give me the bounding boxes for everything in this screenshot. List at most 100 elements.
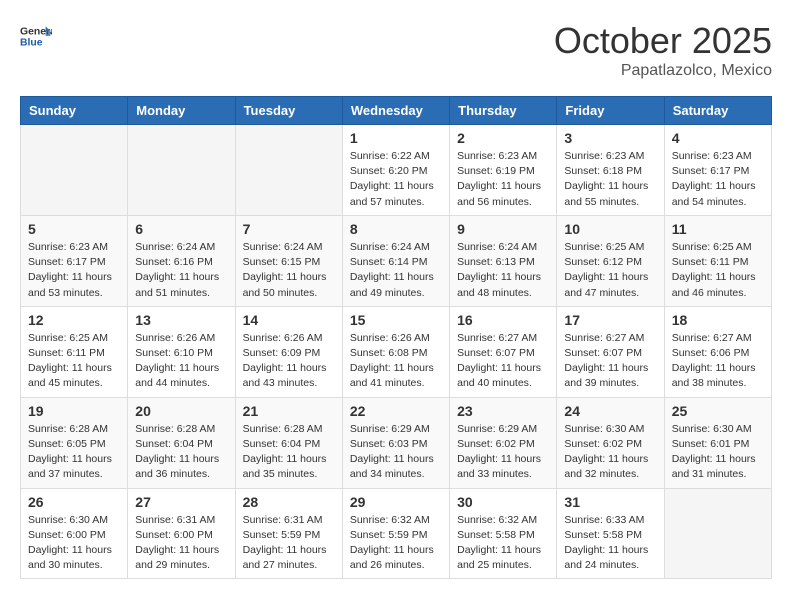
day-number: 19: [28, 403, 120, 419]
calendar-day-cell: 13Sunrise: 6:26 AM Sunset: 6:10 PM Dayli…: [128, 306, 235, 397]
title-block: October 2025 Papatlazolco, Mexico: [554, 20, 772, 80]
day-info: Sunrise: 6:32 AM Sunset: 5:58 PM Dayligh…: [457, 513, 549, 574]
day-number: 27: [135, 494, 227, 510]
calendar-week-row: 19 Sunrise: 6:28 AM Sunset: 6:05 PM Dayli…: [21, 397, 772, 488]
day-info: Sunrise: 6:24 AM Sunset: 6:15 PM Dayligh…: [243, 240, 335, 301]
calendar-day-cell: 20Sunrise: 6:28 AM Sunset: 6:04 PM Dayli…: [128, 397, 235, 488]
calendar-day-cell: 26Sunrise: 6:30 AM Sunset: 6:00 PM Dayli…: [21, 488, 128, 579]
day-number: 16: [457, 312, 549, 328]
day-info: Sunrise: 6:26 AM Sunset: 6:08 PM Dayligh…: [350, 331, 442, 392]
day-info: Sunrise: 6:27 AM Sunset: 6:07 PM Dayligh…: [564, 331, 656, 392]
calendar-day-cell: 24 Sunrise: 6:30 AM Sunset: 6:02 PM Dayli…: [557, 397, 664, 488]
day-info: Sunrise: 6:32 AM Sunset: 5:59 PM Dayligh…: [350, 513, 442, 574]
day-number: 22: [350, 403, 442, 419]
day-info: Sunrise: 6:28 AM Sunset: 6:04 PM Dayligh…: [243, 422, 335, 483]
weekday-header-friday: Friday: [557, 97, 664, 125]
day-info: Sunrise: 6:30 AM Sunset: 6:01 PM Dayligh…: [672, 422, 764, 483]
day-number: 21: [243, 403, 335, 419]
day-info: Sunrise: 6:31 AM Sunset: 5:59 PM Dayligh…: [243, 513, 335, 574]
calendar-day-cell: 14 Sunrise: 6:26 AM Sunset: 6:09 PM Dayli…: [235, 306, 342, 397]
day-number: 31: [564, 494, 656, 510]
calendar-empty-cell: [128, 125, 235, 216]
day-info: Sunrise: 6:29 AM Sunset: 6:03 PM Dayligh…: [350, 422, 442, 483]
calendar-day-cell: 16 Sunrise: 6:27 AM Sunset: 6:07 PM Dayli…: [450, 306, 557, 397]
day-number: 25: [672, 403, 764, 419]
day-number: 12: [28, 312, 120, 328]
day-info: Sunrise: 6:25 AM Sunset: 6:11 PM Dayligh…: [672, 240, 764, 301]
weekday-header-sunday: Sunday: [21, 97, 128, 125]
calendar-day-cell: 7 Sunrise: 6:24 AM Sunset: 6:15 PM Daylig…: [235, 215, 342, 306]
day-info: Sunrise: 6:30 AM Sunset: 6:02 PM Dayligh…: [564, 422, 656, 483]
calendar-day-cell: 30Sunrise: 6:32 AM Sunset: 5:58 PM Dayli…: [450, 488, 557, 579]
day-info: Sunrise: 6:24 AM Sunset: 6:14 PM Dayligh…: [350, 240, 442, 301]
calendar-empty-cell: [21, 125, 128, 216]
day-info: Sunrise: 6:26 AM Sunset: 6:09 PM Dayligh…: [243, 331, 335, 392]
calendar-day-cell: 27 Sunrise: 6:31 AM Sunset: 6:00 PM Dayli…: [128, 488, 235, 579]
calendar-day-cell: 31 Sunrise: 6:33 AM Sunset: 5:58 PM Dayli…: [557, 488, 664, 579]
day-info: Sunrise: 6:27 AM Sunset: 6:06 PM Dayligh…: [672, 331, 764, 392]
day-number: 7: [243, 221, 335, 237]
weekday-header-wednesday: Wednesday: [342, 97, 449, 125]
calendar-week-row: 26Sunrise: 6:30 AM Sunset: 6:00 PM Dayli…: [21, 488, 772, 579]
calendar-day-cell: 11Sunrise: 6:25 AM Sunset: 6:11 PM Dayli…: [664, 215, 771, 306]
calendar-day-cell: 10 Sunrise: 6:25 AM Sunset: 6:12 PM Dayli…: [557, 215, 664, 306]
day-info: Sunrise: 6:23 AM Sunset: 6:19 PM Dayligh…: [457, 149, 549, 210]
calendar-day-cell: 6Sunrise: 6:24 AM Sunset: 6:16 PM Daylig…: [128, 215, 235, 306]
calendar-day-cell: 22 Sunrise: 6:29 AM Sunset: 6:03 PM Dayli…: [342, 397, 449, 488]
day-number: 10: [564, 221, 656, 237]
weekday-header-saturday: Saturday: [664, 97, 771, 125]
calendar-empty-cell: [664, 488, 771, 579]
day-number: 9: [457, 221, 549, 237]
calendar-day-cell: 15 Sunrise: 6:26 AM Sunset: 6:08 PM Dayli…: [342, 306, 449, 397]
calendar-week-row: 12 Sunrise: 6:25 AM Sunset: 6:11 PM Dayli…: [21, 306, 772, 397]
day-number: 13: [135, 312, 227, 328]
day-info: Sunrise: 6:23 AM Sunset: 6:17 PM Dayligh…: [672, 149, 764, 210]
day-number: 15: [350, 312, 442, 328]
day-number: 24: [564, 403, 656, 419]
day-number: 6: [135, 221, 227, 237]
location: Papatlazolco, Mexico: [554, 62, 772, 80]
calendar-table: SundayMondayTuesdayWednesdayThursdayFrid…: [20, 96, 772, 579]
day-info: Sunrise: 6:23 AM Sunset: 6:18 PM Dayligh…: [564, 149, 656, 210]
day-number: 26: [28, 494, 120, 510]
day-number: 14: [243, 312, 335, 328]
day-info: Sunrise: 6:22 AM Sunset: 6:20 PM Dayligh…: [350, 149, 442, 210]
calendar-day-cell: 1 Sunrise: 6:22 AM Sunset: 6:20 PM Daylig…: [342, 125, 449, 216]
day-info: Sunrise: 6:31 AM Sunset: 6:00 PM Dayligh…: [135, 513, 227, 574]
day-info: Sunrise: 6:28 AM Sunset: 6:05 PM Dayligh…: [28, 422, 120, 483]
calendar-day-cell: 12 Sunrise: 6:25 AM Sunset: 6:11 PM Dayli…: [21, 306, 128, 397]
day-number: 2: [457, 130, 549, 146]
calendar-day-cell: 23Sunrise: 6:29 AM Sunset: 6:02 PM Dayli…: [450, 397, 557, 488]
day-info: Sunrise: 6:33 AM Sunset: 5:58 PM Dayligh…: [564, 513, 656, 574]
day-info: Sunrise: 6:29 AM Sunset: 6:02 PM Dayligh…: [457, 422, 549, 483]
weekday-header-monday: Monday: [128, 97, 235, 125]
day-info: Sunrise: 6:23 AM Sunset: 6:17 PM Dayligh…: [28, 240, 120, 301]
calendar-day-cell: 19 Sunrise: 6:28 AM Sunset: 6:05 PM Dayli…: [21, 397, 128, 488]
calendar-week-row: 1 Sunrise: 6:22 AM Sunset: 6:20 PM Daylig…: [21, 125, 772, 216]
day-number: 1: [350, 130, 442, 146]
calendar-day-cell: 17 Sunrise: 6:27 AM Sunset: 6:07 PM Dayli…: [557, 306, 664, 397]
weekday-header-thursday: Thursday: [450, 97, 557, 125]
day-number: 4: [672, 130, 764, 146]
day-number: 3: [564, 130, 656, 146]
logo-icon: General Blue: [20, 20, 52, 52]
weekday-header-tuesday: Tuesday: [235, 97, 342, 125]
day-info: Sunrise: 6:27 AM Sunset: 6:07 PM Dayligh…: [457, 331, 549, 392]
day-number: 18: [672, 312, 764, 328]
day-number: 28: [243, 494, 335, 510]
calendar-day-cell: 3 Sunrise: 6:23 AM Sunset: 6:18 PM Daylig…: [557, 125, 664, 216]
calendar-day-cell: 18 Sunrise: 6:27 AM Sunset: 6:06 PM Dayli…: [664, 306, 771, 397]
day-number: 17: [564, 312, 656, 328]
weekday-header-row: SundayMondayTuesdayWednesdayThursdayFrid…: [21, 97, 772, 125]
day-info: Sunrise: 6:25 AM Sunset: 6:12 PM Dayligh…: [564, 240, 656, 301]
calendar-day-cell: 21 Sunrise: 6:28 AM Sunset: 6:04 PM Dayli…: [235, 397, 342, 488]
logo: General Blue: [20, 20, 52, 52]
svg-text:Blue: Blue: [20, 38, 43, 49]
calendar-day-cell: 9Sunrise: 6:24 AM Sunset: 6:13 PM Daylig…: [450, 215, 557, 306]
day-number: 29: [350, 494, 442, 510]
day-info: Sunrise: 6:25 AM Sunset: 6:11 PM Dayligh…: [28, 331, 120, 392]
calendar-day-cell: 28 Sunrise: 6:31 AM Sunset: 5:59 PM Dayli…: [235, 488, 342, 579]
day-number: 5: [28, 221, 120, 237]
calendar-day-cell: 8Sunrise: 6:24 AM Sunset: 6:14 PM Daylig…: [342, 215, 449, 306]
calendar-week-row: 5 Sunrise: 6:23 AM Sunset: 6:17 PM Daylig…: [21, 215, 772, 306]
